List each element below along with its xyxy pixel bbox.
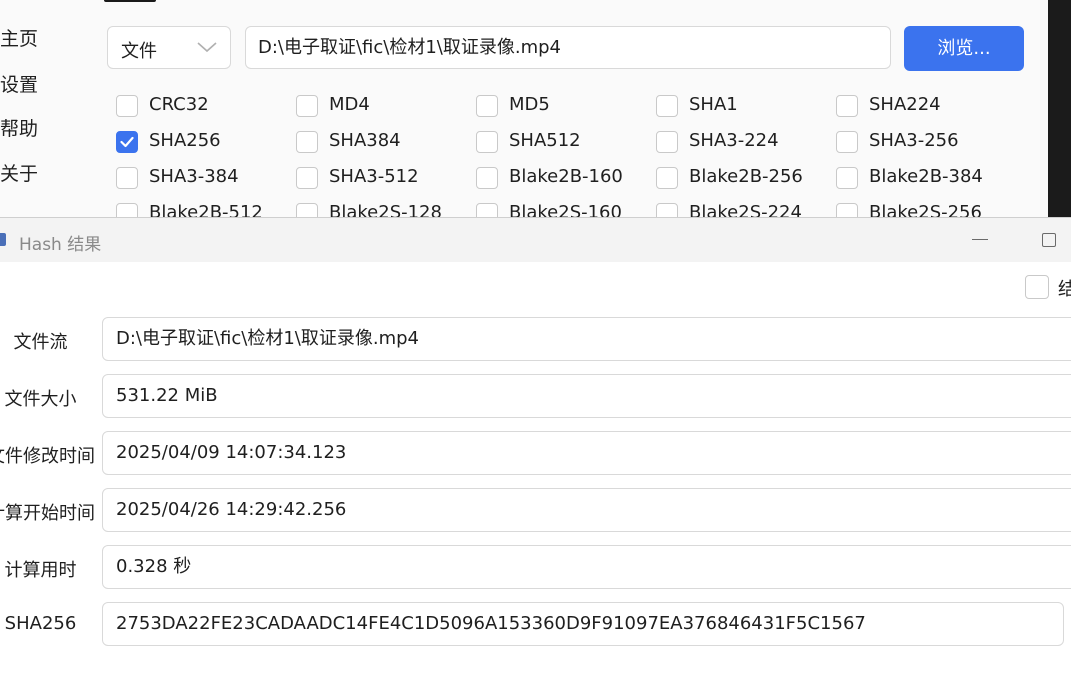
algorithm-label: SHA3-256 — [869, 130, 959, 151]
algorithm-label: Blake2S-224 — [689, 202, 802, 218]
algorithm-label: Blake2S-160 — [509, 202, 622, 218]
algorithm-label: MD5 — [509, 94, 550, 115]
sidebar-item-about[interactable]: 关于 — [0, 159, 38, 186]
checkbox[interactable] — [836, 167, 858, 189]
compute-duration-label: 计算用时 — [4, 560, 77, 581]
page-heading-fragment — [104, 0, 156, 2]
algorithm-label: Blake2B-512 — [149, 202, 263, 218]
checkbox[interactable] — [296, 131, 318, 153]
result-titlebar: Hash 结果 — [0, 218, 1071, 262]
checkbox[interactable] — [476, 167, 498, 189]
source-type-select[interactable]: 文件 — [107, 26, 231, 69]
compute-start-time-field[interactable]: 2025/04/26 14:29:42.256 — [102, 488, 1071, 532]
algorithm-label: SHA512 — [509, 130, 581, 151]
sidebar-item-help[interactable]: 帮助 — [0, 114, 38, 141]
file-size-label: 文件大小 — [4, 389, 77, 410]
algorithm-label: SHA256 — [149, 130, 221, 151]
sha256-field[interactable]: 2753DA22FE23CADAADC14FE4C1D5096A153360D9… — [102, 602, 1064, 646]
sidebar-item-settings[interactable]: 设置 — [0, 70, 38, 97]
algorithm-label: Blake2B-160 — [509, 166, 623, 187]
hash-tool-window: 主页 设置 帮助 关于 文件 D:\电子取证\fic\检材1\取证录像.mp4 … — [0, 0, 1071, 218]
file-modified-time-field[interactable]: 2025/04/09 14:07:34.123 — [102, 431, 1071, 475]
sidebar-item-home[interactable]: 主页 — [0, 24, 38, 51]
result-window-title: Hash 结果 — [19, 235, 102, 255]
algorithm-label: Blake2B-256 — [689, 166, 803, 187]
sha256-label: SHA256 — [4, 613, 77, 634]
checkbox[interactable] — [476, 131, 498, 153]
algorithm-label: Blake2S-128 — [329, 202, 442, 218]
maximize-icon — [1042, 233, 1056, 247]
result-option-label: 结 — [1058, 279, 1071, 300]
checkbox[interactable] — [836, 203, 858, 218]
checkbox[interactable] — [476, 95, 498, 117]
checkbox[interactable] — [116, 95, 138, 117]
algorithm-label: SHA1 — [689, 94, 738, 115]
checkbox[interactable] — [296, 95, 318, 117]
checkbox[interactable] — [476, 203, 498, 218]
algorithm-label: CRC32 — [149, 94, 209, 115]
app-icon — [0, 233, 6, 246]
file-path-input[interactable]: D:\电子取证\fic\检材1\取证录像.mp4 — [245, 26, 891, 69]
algorithm-label: SHA224 — [869, 94, 941, 115]
minimize-icon — [972, 239, 988, 240]
file-stream-label: 文件流 — [13, 332, 68, 353]
checkbox[interactable] — [836, 95, 858, 117]
algorithm-label: Blake2B-384 — [869, 166, 983, 187]
algorithm-label: SHA384 — [329, 130, 401, 151]
checkbox[interactable] — [116, 131, 138, 153]
checkbox[interactable] — [116, 167, 138, 189]
checkbox[interactable] — [116, 203, 138, 218]
checkbox[interactable] — [836, 131, 858, 153]
hash-result-window: Hash 结果 结 文件流 D:\电子取证\fic\检材1\取证录像.mp4 文… — [0, 217, 1071, 676]
window-edge — [1048, 0, 1071, 218]
algorithm-label: SHA3-384 — [149, 166, 239, 187]
minimize-button[interactable] — [968, 226, 992, 254]
checkmark-icon — [120, 136, 134, 148]
compute-duration-field[interactable]: 0.328 秒 — [102, 545, 1071, 589]
result-option-checkbox[interactable] — [1025, 275, 1049, 299]
compute-start-time-label: 计算开始时间 — [0, 503, 95, 524]
checkbox[interactable] — [296, 203, 318, 218]
browse-button[interactable]: 浏览... — [904, 26, 1024, 71]
checkbox[interactable] — [656, 131, 678, 153]
checkbox[interactable] — [656, 95, 678, 117]
source-type-value: 文件 — [121, 41, 157, 62]
file-size-field[interactable]: 531.22 MiB — [102, 374, 1071, 418]
algorithm-label: Blake2S-256 — [869, 202, 982, 218]
checkbox[interactable] — [656, 167, 678, 189]
checkbox[interactable] — [656, 203, 678, 218]
algorithm-label: SHA3-224 — [689, 130, 779, 151]
algorithm-label: MD4 — [329, 94, 370, 115]
file-stream-field[interactable]: D:\电子取证\fic\检材1\取证录像.mp4 — [102, 317, 1071, 361]
maximize-button[interactable] — [1038, 226, 1062, 254]
algorithm-label: SHA3-512 — [329, 166, 419, 187]
chevron-down-icon — [196, 39, 218, 58]
file-modified-time-label: 文件修改时间 — [0, 446, 95, 467]
checkbox[interactable] — [296, 167, 318, 189]
